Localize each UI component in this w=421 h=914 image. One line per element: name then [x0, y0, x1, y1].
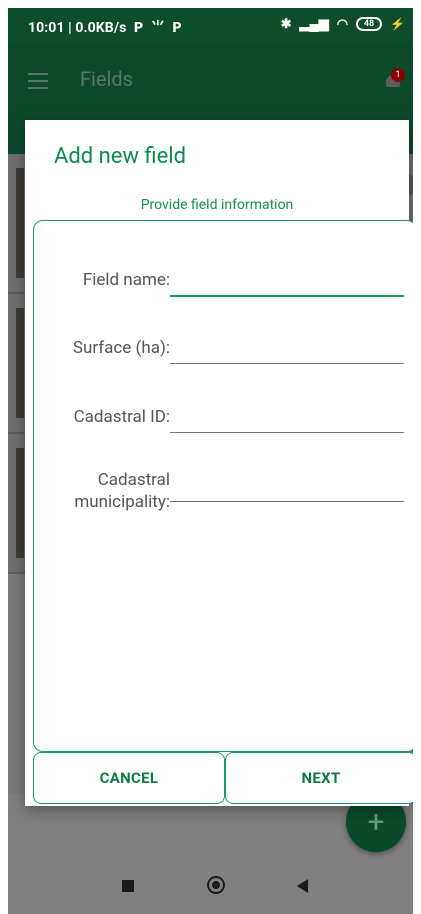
surface-row: Surface (ha): — [34, 331, 413, 371]
menu-icon[interactable] — [28, 73, 48, 89]
bluetooth-icon: ✱ — [280, 16, 292, 32]
field-thumbnail — [16, 308, 24, 418]
surface-input[interactable] — [170, 331, 404, 364]
field-name-label: Field name: — [82, 270, 170, 290]
notification-badge: 1 — [391, 68, 405, 82]
field-thumbnail — [16, 168, 24, 278]
parking-icon-2: P — [172, 20, 182, 36]
notification-bell-icon[interactable]: 1 — [383, 68, 405, 90]
navigation-bar — [8, 860, 413, 914]
cadastral-municipality-label-line1: Cadastral — [97, 470, 170, 490]
next-button[interactable]: NEXT — [225, 752, 413, 804]
field-name-input[interactable] — [170, 263, 404, 297]
screen: 10:01 | 0.0KB/s P ⺌ P ✱ ▂▄▆ ◠ 48 ⚡ Field… — [8, 8, 413, 914]
dialog-title: Add new field — [54, 144, 187, 169]
wifi-icon: ◠ — [336, 16, 349, 32]
recent-apps-icon[interactable] — [122, 880, 134, 892]
field-form: Field name: Surface (ha): Cadastral ID: … — [33, 220, 413, 752]
cadastral-id-label: Cadastral ID: — [73, 407, 170, 427]
field-name-row: Field name: — [34, 263, 413, 303]
dialog-subtitle: Provide field information — [140, 197, 294, 213]
cadastral-municipality-label-line2: municipality: — [74, 492, 170, 512]
cadastral-municipality-input[interactable] — [170, 469, 404, 502]
app-title: Fields — [80, 67, 133, 91]
cadastral-municipality-label: Cadastral municipality: — [74, 469, 170, 513]
add-field-dialog: Add new field Provide field information … — [25, 120, 413, 806]
back-icon[interactable] — [297, 879, 308, 893]
surface-label: Surface (ha): — [72, 338, 170, 358]
charging-icon: ⚡ — [390, 17, 405, 31]
status-left: 10:01 | 0.0KB/s P ⺌ P — [28, 17, 182, 37]
cadastral-municipality-row: Cadastral municipality: — [34, 469, 413, 519]
status-time-speed: 10:01 | 0.0KB/s — [28, 20, 127, 36]
dialog-buttons: CANCEL NEXT — [33, 752, 413, 804]
cancel-button[interactable]: CANCEL — [33, 752, 225, 804]
signal-icon: ▂▄▆ — [299, 17, 329, 32]
cadastral-id-input[interactable] — [170, 400, 404, 433]
status-bar: 10:01 | 0.0KB/s P ⺌ P ✱ ▂▄▆ ◠ 48 ⚡ — [8, 8, 413, 44]
home-icon[interactable] — [207, 876, 225, 894]
parking-icon: P — [134, 20, 144, 36]
wheat-icon: ⺌ — [150, 20, 165, 36]
battery-icon: 48 — [356, 17, 383, 31]
field-thumbnail — [16, 448, 24, 558]
cadastral-id-row: Cadastral ID: — [34, 400, 413, 440]
status-right: ✱ ▂▄▆ ◠ 48 ⚡ — [280, 16, 405, 33]
